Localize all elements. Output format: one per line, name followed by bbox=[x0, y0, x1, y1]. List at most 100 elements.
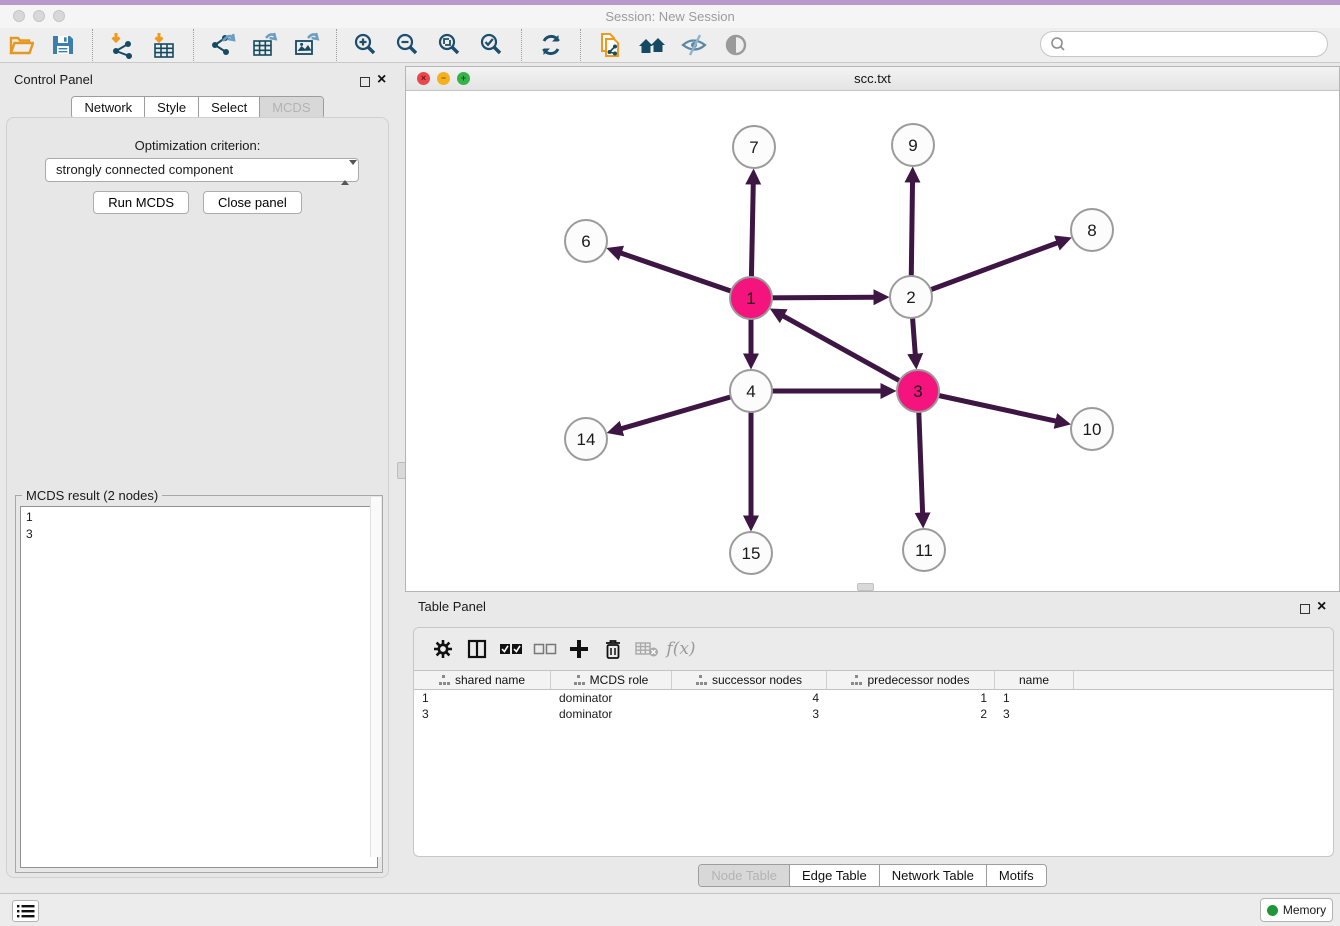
memory-status-icon bbox=[1267, 905, 1278, 916]
network-view-window: × − + scc.txt 7968124314101511 bbox=[405, 66, 1340, 592]
close-table-panel-icon[interactable]: × bbox=[1317, 601, 1326, 613]
column-header-name[interactable]: name bbox=[995, 671, 1074, 689]
graph-edge-2-8[interactable] bbox=[911, 242, 1058, 297]
save-icon[interactable] bbox=[48, 30, 78, 60]
cell-mcds-role[interactable]: dominator bbox=[551, 706, 672, 722]
graph-edge-3-1[interactable] bbox=[782, 316, 918, 391]
split-column-icon[interactable] bbox=[460, 634, 494, 664]
toolbar-separator bbox=[92, 29, 93, 61]
column-header-successor-nodes[interactable]: successor nodes bbox=[672, 671, 827, 689]
cell-name[interactable]: 3 bbox=[995, 706, 1074, 722]
horizontal-splitter-handle[interactable] bbox=[857, 583, 874, 591]
tab-motifs[interactable]: Motifs bbox=[986, 865, 1046, 886]
tab-style[interactable]: Style bbox=[144, 97, 198, 118]
tab-network[interactable]: Network bbox=[72, 97, 144, 118]
show-all-networks-icon[interactable] bbox=[637, 30, 667, 60]
control-panel-header: Control Panel × bbox=[0, 68, 395, 94]
cell-successor-nodes[interactable]: 4 bbox=[672, 690, 827, 706]
memory-button[interactable]: Memory bbox=[1260, 898, 1333, 922]
refresh-layout-icon[interactable] bbox=[536, 30, 566, 60]
zoom-in-icon[interactable] bbox=[351, 30, 381, 60]
close-panel-button[interactable]: Close panel bbox=[203, 191, 302, 214]
network-graph: 7968124314101511 bbox=[406, 91, 1339, 591]
column-header-shared-name[interactable]: shared name bbox=[414, 671, 551, 689]
window-close-icon[interactable] bbox=[13, 10, 25, 22]
app-title: Session: New Session bbox=[0, 5, 1340, 28]
gear-icon[interactable] bbox=[426, 634, 460, 664]
tab-select[interactable]: Select bbox=[198, 97, 259, 118]
network-minimize-icon[interactable]: − bbox=[437, 72, 450, 85]
run-mcds-button[interactable]: Run MCDS bbox=[93, 191, 189, 214]
network-window-titlebar[interactable]: × − + scc.txt bbox=[406, 67, 1339, 91]
graph-node-label: 6 bbox=[581, 232, 590, 251]
export-network-icon[interactable] bbox=[208, 30, 238, 60]
criterion-dropdown[interactable]: strongly connected component bbox=[45, 158, 359, 182]
memory-label: Memory bbox=[1283, 903, 1326, 917]
mcds-panel: Optimization criterion: strongly connect… bbox=[6, 117, 389, 878]
tab-mcds[interactable]: MCDS bbox=[259, 97, 322, 118]
table-row[interactable]: 3 dominator 3 2 3 bbox=[414, 706, 1333, 722]
zoom-selected-icon[interactable] bbox=[477, 30, 507, 60]
toolbar-separator bbox=[521, 29, 522, 61]
tab-edge-table[interactable]: Edge Table bbox=[789, 865, 879, 886]
float-table-panel-icon[interactable] bbox=[1300, 601, 1310, 619]
table-panel-title: Table Panel bbox=[418, 599, 486, 614]
import-table-icon[interactable] bbox=[149, 30, 179, 60]
criterion-value: strongly connected component bbox=[56, 162, 233, 177]
mcds-result-text[interactable]: 1 3 bbox=[20, 506, 378, 868]
zoom-fit-icon[interactable] bbox=[435, 30, 465, 60]
table-row[interactable]: 1 dominator 4 1 1 bbox=[414, 690, 1333, 706]
search-input[interactable] bbox=[1067, 37, 1307, 52]
delete-icon[interactable] bbox=[596, 634, 630, 664]
graph-node-label: 1 bbox=[746, 289, 755, 308]
shared-column-icon bbox=[574, 675, 585, 685]
deselect-all-icon[interactable] bbox=[528, 634, 562, 664]
cell-shared-name[interactable]: 1 bbox=[414, 690, 551, 706]
cell-successor-nodes[interactable]: 3 bbox=[672, 706, 827, 722]
eye-icon[interactable] bbox=[721, 30, 751, 60]
export-image-icon[interactable] bbox=[292, 30, 322, 60]
app-titlebar: Session: New Session bbox=[0, 5, 1340, 28]
select-all-icon[interactable] bbox=[494, 634, 528, 664]
tab-network-table[interactable]: Network Table bbox=[879, 865, 986, 886]
graph-node-label: 15 bbox=[742, 544, 761, 563]
toolbar-separator bbox=[580, 29, 581, 61]
export-table-icon[interactable] bbox=[250, 30, 280, 60]
hide-panel-icon[interactable] bbox=[679, 30, 709, 60]
cell-name[interactable]: 1 bbox=[995, 690, 1074, 706]
control-panel-title: Control Panel bbox=[14, 72, 93, 87]
column-header-predecessor-nodes[interactable]: predecessor nodes bbox=[827, 671, 995, 689]
cell-mcds-role[interactable]: dominator bbox=[551, 690, 672, 706]
float-panel-icon[interactable] bbox=[360, 74, 370, 92]
function-builder-icon[interactable]: f(x) bbox=[664, 634, 698, 664]
cell-shared-name[interactable]: 3 bbox=[414, 706, 551, 722]
close-panel-icon[interactable]: × bbox=[377, 74, 386, 86]
tab-node-table[interactable]: Node Table bbox=[699, 865, 789, 886]
network-close-icon[interactable]: × bbox=[417, 72, 430, 85]
node-table: shared name MCDS role successor nodes pr… bbox=[414, 670, 1333, 722]
open-folder-icon[interactable] bbox=[6, 30, 36, 60]
add-icon[interactable] bbox=[562, 634, 596, 664]
graph-node-label: 2 bbox=[906, 288, 915, 307]
zoom-out-icon[interactable] bbox=[393, 30, 423, 60]
window-minimize-icon[interactable] bbox=[33, 10, 45, 22]
column-header-mcds-role[interactable]: MCDS role bbox=[551, 671, 672, 689]
search-icon bbox=[1049, 35, 1067, 53]
mcds-result-title: MCDS result (2 nodes) bbox=[22, 488, 162, 503]
result-scrollbar[interactable] bbox=[370, 497, 381, 857]
network-zoom-icon[interactable]: + bbox=[457, 72, 470, 85]
import-network-icon[interactable] bbox=[107, 30, 137, 60]
cell-predecessor-nodes[interactable]: 1 bbox=[827, 690, 995, 706]
graph-node-label: 3 bbox=[913, 382, 922, 401]
node-table-container: f(x) shared name MCDS role successor nod… bbox=[413, 627, 1334, 857]
graph-node-label: 10 bbox=[1083, 420, 1102, 439]
task-history-button[interactable] bbox=[12, 900, 39, 922]
duplicate-network-icon[interactable] bbox=[595, 30, 625, 60]
window-zoom-icon[interactable] bbox=[53, 10, 65, 22]
graph-node-label: 9 bbox=[908, 136, 917, 155]
delete-table-icon[interactable] bbox=[630, 634, 664, 664]
network-canvas[interactable]: 7968124314101511 bbox=[406, 91, 1339, 591]
toolbar-separator bbox=[193, 29, 194, 61]
search-field[interactable] bbox=[1040, 31, 1328, 57]
cell-predecessor-nodes[interactable]: 2 bbox=[827, 706, 995, 722]
